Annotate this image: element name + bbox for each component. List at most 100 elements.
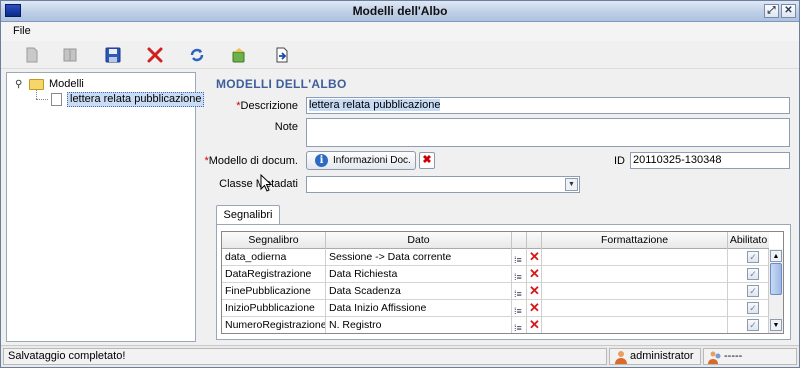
header-dato[interactable]: Dato <box>326 232 512 249</box>
title-bar: Modelli dell'Albo ⤢ ✕ <box>1 1 799 22</box>
abilitato-checkbox[interactable]: ✓ <box>747 285 759 297</box>
tree-root-label: Modelli <box>49 78 84 90</box>
cell-segnalibro[interactable]: InizioPubblicazione <box>222 300 326 317</box>
delete-row-icon[interactable]: ✕ <box>529 266 540 282</box>
tree-select-icon[interactable]: ⁞≡ <box>514 269 522 283</box>
header-blank-2 <box>527 232 542 249</box>
info-icon: i <box>315 154 328 167</box>
table-row[interactable]: data_odierna Sessione -> Data corrente ⁞≡ ✕… <box>222 249 769 266</box>
table-row[interactable]: DataRegistrazione Data Richiesta ⁞≡ ✕ ✓ <box>222 266 769 283</box>
cell-delete[interactable]: ✕ <box>527 283 542 300</box>
table-row[interactable]: FinePubblicazione Data Scadenza ⁞≡ ✕ ✓ <box>222 283 769 300</box>
scroll-up-icon[interactable]: ▲ <box>770 250 782 262</box>
menu-file[interactable]: File <box>13 25 31 37</box>
status-bar: Salvataggio completato! administrator --… <box>1 345 799 367</box>
clear-model-button[interactable]: ✖ <box>419 152 435 169</box>
id-field[interactable]: 20110325-130348 <box>630 152 790 169</box>
cell-delete[interactable]: ✕ <box>527 300 542 317</box>
classe-metadati-select[interactable]: ▼ <box>306 176 580 193</box>
cell-segnalibro[interactable]: DataRegistrazione <box>222 266 326 283</box>
informazioni-doc-button[interactable]: i Informazioni Doc. <box>306 151 416 170</box>
header-segnalibro[interactable]: Segnalibro <box>222 232 326 249</box>
cell-delete[interactable]: ✕ <box>527 317 542 333</box>
cell-delete[interactable]: ✕ <box>527 249 542 266</box>
cell-dato[interactable]: Sessione -> Data corrente <box>326 249 512 266</box>
header-formattazione[interactable]: Formattazione <box>542 232 728 249</box>
cell-formattazione[interactable] <box>542 249 728 266</box>
table-row[interactable]: NumeroRegistrazione N. Registro ⁞≡ ✕ ✓ <box>222 317 769 333</box>
users-icon <box>708 351 721 364</box>
note-field[interactable] <box>306 118 790 147</box>
cell-formattazione[interactable] <box>542 266 728 283</box>
tree-select-icon[interactable]: ⁞≡ <box>514 320 522 333</box>
abilitato-checkbox[interactable]: ✓ <box>747 268 759 280</box>
window-title: Modelli dell'Albo <box>352 4 448 18</box>
note-label: Note <box>274 121 298 133</box>
cell-tree[interactable]: ⁞≡ <box>512 249 527 266</box>
cell-abilitato: ✓ <box>728 300 769 317</box>
table-scrollbar[interactable]: ▲ ▼ <box>768 249 783 333</box>
section-title: MODELLI DELL'ALBO <box>216 77 347 91</box>
cell-delete[interactable]: ✕ <box>527 266 542 283</box>
close-button[interactable]: ✕ <box>781 4 796 18</box>
chevron-down-icon[interactable]: ▼ <box>565 178 578 191</box>
tab-segnalibri[interactable]: Segnalibri <box>216 205 280 225</box>
cell-formattazione[interactable] <box>542 283 728 300</box>
refresh-icon[interactable] <box>188 46 206 64</box>
delete-row-icon[interactable]: ✕ <box>529 249 540 265</box>
toolbar <box>1 41 799 69</box>
cell-segnalibro[interactable]: data_odierna <box>222 249 326 266</box>
import-icon[interactable] <box>273 46 291 64</box>
status-user-label: administrator <box>630 350 694 362</box>
export-icon[interactable] <box>230 46 248 64</box>
descrizione-label-text: Descrizione <box>240 100 298 112</box>
restore-button[interactable]: ⤢ <box>764 4 779 18</box>
modello-label: *Modello di docum. <box>204 155 298 167</box>
cell-segnalibro[interactable]: NumeroRegistrazione <box>222 317 326 333</box>
abilitato-checkbox[interactable]: ✓ <box>747 251 759 263</box>
book-icon[interactable] <box>61 46 79 64</box>
cell-formattazione[interactable] <box>542 317 728 333</box>
cell-abilitato: ✓ <box>728 283 769 300</box>
cell-segnalibro[interactable]: FinePubblicazione <box>222 283 326 300</box>
status-user: administrator <box>609 348 701 365</box>
user-icon <box>615 351 627 364</box>
descrizione-value: lettera relata pubblicazione <box>309 99 441 111</box>
header-abilitato[interactable]: Abilitato <box>728 232 769 249</box>
descrizione-label: *Descrizione <box>236 100 298 112</box>
cell-tree[interactable]: ⁞≡ <box>512 266 527 283</box>
delete-row-icon[interactable]: ✕ <box>529 317 540 333</box>
descrizione-field[interactable]: lettera relata pubblicazione <box>306 97 790 114</box>
tree-connector <box>36 99 48 100</box>
cell-dato[interactable]: N. Registro <box>326 317 512 333</box>
delete-row-icon[interactable]: ✕ <box>529 283 540 299</box>
tree-select-icon[interactable]: ⁞≡ <box>514 303 522 317</box>
cell-tree[interactable]: ⁞≡ <box>512 283 527 300</box>
tree-select-icon[interactable]: ⁞≡ <box>514 252 522 266</box>
header-blank-1 <box>512 232 527 249</box>
new-icon[interactable] <box>23 46 41 64</box>
tree-connector <box>36 90 37 99</box>
cell-dato[interactable]: Data Richiesta <box>326 266 512 283</box>
cell-tree[interactable]: ⁞≡ <box>512 300 527 317</box>
scroll-down-icon[interactable]: ▼ <box>770 319 782 331</box>
cell-abilitato: ✓ <box>728 317 769 333</box>
app-window: Modelli dell'Albo ⤢ ✕ File ⚲ Modelli let… <box>0 0 800 368</box>
tree-select-icon[interactable]: ⁞≡ <box>514 286 522 300</box>
abilitato-checkbox[interactable]: ✓ <box>747 319 759 331</box>
table-row[interactable]: InizioPubblicazione Data Inizio Affission… <box>222 300 769 317</box>
save-icon[interactable] <box>104 46 122 64</box>
mouse-cursor-icon <box>260 174 272 192</box>
cell-tree[interactable]: ⁞≡ <box>512 317 527 333</box>
informazioni-doc-label: Informazioni Doc. <box>333 155 411 166</box>
cell-dato[interactable]: Data Scadenza <box>326 283 512 300</box>
cell-abilitato: ✓ <box>728 266 769 283</box>
scroll-thumb[interactable] <box>770 263 782 295</box>
modello-label-text: Modello di docum. <box>208 155 298 167</box>
cell-dato[interactable]: Data Inizio Affissione <box>326 300 512 317</box>
expander-icon[interactable]: ⚲ <box>15 79 22 90</box>
cell-formattazione[interactable] <box>542 300 728 317</box>
delete-row-icon[interactable]: ✕ <box>529 300 540 316</box>
abilitato-checkbox[interactable]: ✓ <box>747 302 759 314</box>
delete-icon[interactable] <box>146 46 164 64</box>
